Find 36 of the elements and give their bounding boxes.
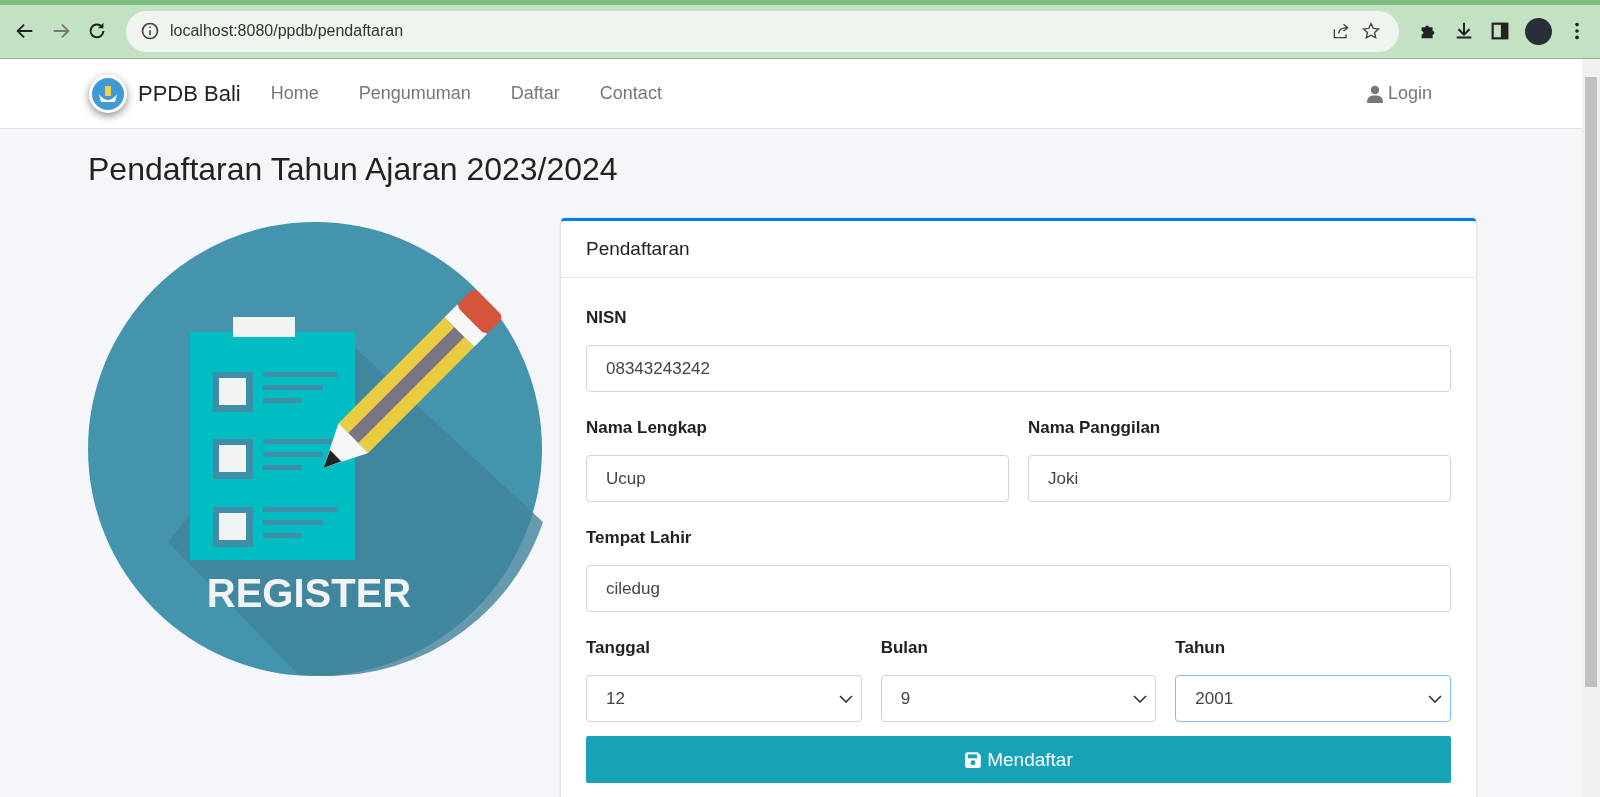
nav-link[interactable]: Pengumuman: [358, 83, 471, 104]
user-icon: [1366, 84, 1383, 103]
field-label: Tahun: [1175, 638, 1227, 658]
chevron-down-icon: [838, 694, 853, 703]
select-field[interactable]: 2001: [1175, 675, 1451, 722]
field-label: NISN: [586, 308, 628, 328]
page-title: Pendaftaran Tahun Ajaran 2023/2024: [88, 151, 619, 188]
field-label: Nama Panggilan: [1028, 418, 1162, 438]
select-field[interactable]: 9: [880, 675, 1157, 722]
nav-link[interactable]: Home: [270, 83, 319, 104]
avatar[interactable]: [1525, 17, 1552, 45]
save-icon: [964, 750, 983, 769]
info-icon: [140, 21, 160, 41]
login-link[interactable]: Login: [1387, 83, 1432, 104]
select-field[interactable]: 12: [586, 675, 862, 722]
chevron-down-icon: [1133, 694, 1148, 703]
input-field[interactable]: Ucup: [586, 455, 1009, 502]
input-field[interactable]: 08343243242: [586, 345, 1451, 392]
star-icon[interactable]: [1361, 21, 1381, 41]
share-icon[interactable]: [1331, 21, 1351, 41]
input-field[interactable]: Joki: [1028, 455, 1451, 502]
field-label: Nama Lengkap: [586, 418, 708, 438]
illustration-caption: REGISTER: [206, 571, 412, 615]
field-label: Tanggal: [586, 638, 651, 658]
scrollbar[interactable]: [1582, 59, 1600, 797]
sidebar-icon[interactable]: [1489, 20, 1511, 42]
field-label: Tempat Lahir: [586, 528, 693, 548]
input-field[interactable]: ciledug: [586, 565, 1451, 612]
address-bar[interactable]: localhost:8080/ppdb/pendaftaran: [126, 10, 1399, 52]
nav-link[interactable]: Daftar: [510, 83, 560, 104]
chevron-down-icon: [1428, 694, 1442, 703]
card-title: Pendaftaran: [586, 238, 690, 260]
url-text: localhost:8080/ppdb/pendaftaran: [170, 22, 404, 40]
field-label: Bulan: [880, 638, 929, 658]
nav-link[interactable]: Contact: [599, 83, 662, 104]
brand-name[interactable]: PPDB Bali: [138, 80, 241, 107]
